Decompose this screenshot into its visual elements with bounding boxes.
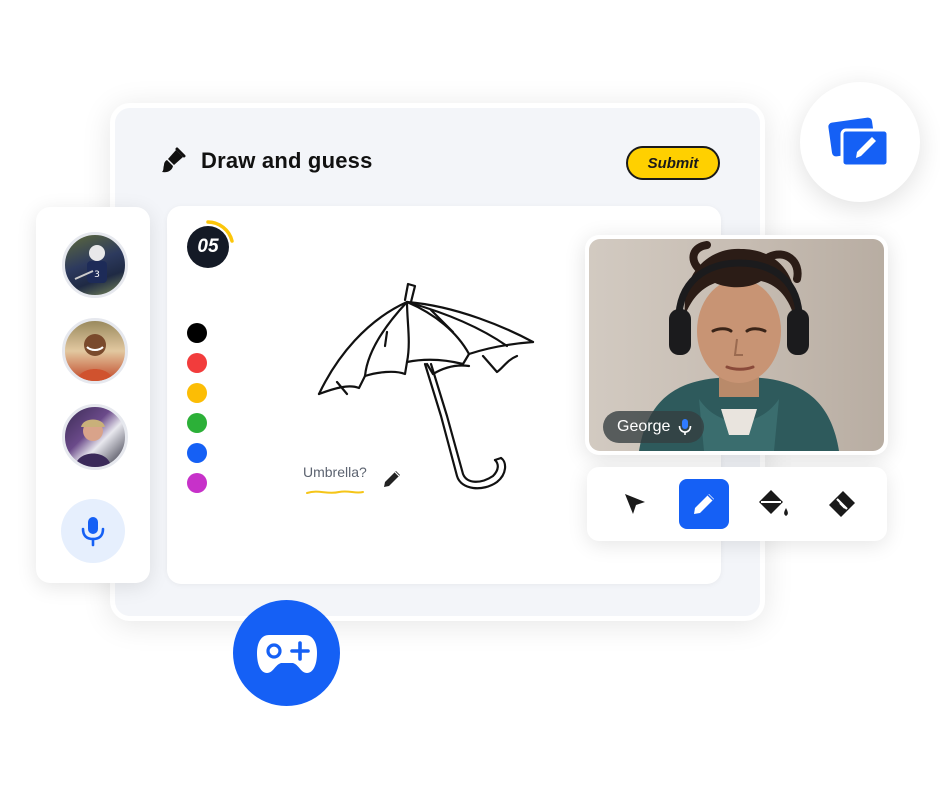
player-avatar-image <box>77 334 113 381</box>
players-panel: 3 <box>36 207 150 583</box>
app-title: Draw and guess <box>201 148 373 173</box>
paint-bucket-tool[interactable] <box>749 479 799 529</box>
color-swatch-blue[interactable] <box>187 443 207 463</box>
image-gallery-icon <box>828 117 890 168</box>
paint-brush-icon <box>162 147 186 173</box>
eraser-tool[interactable] <box>817 479 867 529</box>
gallery-button[interactable] <box>800 82 920 202</box>
video-panel: George <box>585 235 888 455</box>
pencil-tool[interactable] <box>679 479 729 529</box>
avatar[interactable]: 3 <box>62 232 128 298</box>
avatar[interactable] <box>62 404 128 470</box>
cursor-tool[interactable] <box>610 479 660 529</box>
player-avatar-image <box>75 419 111 467</box>
guess-text: Umbrella? <box>303 464 367 480</box>
timer: 05 <box>181 220 235 274</box>
microphone-icon <box>81 517 105 547</box>
video-feed[interactable]: George <box>589 239 884 451</box>
title-row: Draw and guess <box>157 146 373 176</box>
svg-text:3: 3 <box>94 270 100 280</box>
participant-name-tag: George <box>603 411 705 443</box>
color-swatch-green[interactable] <box>187 413 207 433</box>
avatar[interactable] <box>62 318 128 384</box>
microphone-icon <box>679 419 692 435</box>
pencil-icon <box>384 471 400 487</box>
participant-name: George <box>617 418 671 435</box>
color-swatch-yellow[interactable] <box>187 383 207 403</box>
color-swatch-red[interactable] <box>187 353 207 373</box>
color-swatch-black[interactable] <box>187 323 207 343</box>
eraser-icon <box>829 491 855 517</box>
guess-underline <box>306 490 364 494</box>
player-avatar-image: 3 <box>74 245 107 283</box>
pencil-icon <box>694 494 714 514</box>
cursor-icon <box>625 494 645 514</box>
color-palette <box>187 323 207 493</box>
submit-button[interactable]: Submit <box>626 146 720 180</box>
microphone-button[interactable] <box>61 499 125 563</box>
color-swatch-purple[interactable] <box>187 473 207 493</box>
timer-value: 05 <box>197 236 219 257</box>
paint-bucket-icon <box>759 490 788 516</box>
game-controller-plus-icon <box>256 635 317 673</box>
add-game-button[interactable] <box>233 600 340 706</box>
drawing-toolbar <box>587 467 887 541</box>
